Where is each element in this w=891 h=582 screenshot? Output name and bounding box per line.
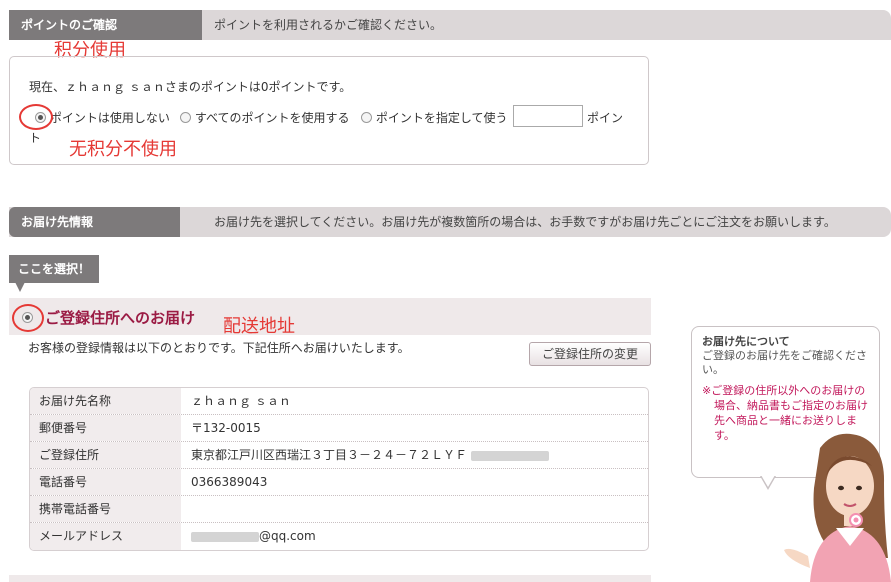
current-points-text: 現在、ｚｈａｎｇ ｓａｎさまのポイントは0ポイントです。 [29,80,352,94]
radio-label-all-points: すべてのポイントを使用する [194,111,350,125]
radio-option-no-points[interactable]: ポイントは使用しない [35,109,170,126]
row-value-postal: 〒132-0015 [191,421,261,435]
row-value-address: 東京都江戸川区西瑞江３丁目３－２４－７２ＬＹＦ [191,448,468,462]
registered-address-title: ご登録住所へのお届け [45,309,196,327]
points-section-desc: ポイントを利用されるかご確認ください。 [214,18,443,32]
row-value-address-cell: 東京都江戸川区西瑞江３丁目３－２４－７２ＬＹＦ [181,442,648,468]
row-value-name: ｚｈａｎｇ ｓａｎ [191,394,291,408]
delivery-section-desc: お届け先を選択してください。お届け先が複数箇所の場合は、お手数ですがお届け先ごと… [214,215,836,229]
points-section-header: ポイントのご確認 ポイントを利用されるかご確認ください。 [9,10,891,40]
annotation-address: 配送地址 [223,316,295,337]
row-label-phone: 電話番号 [30,469,181,495]
radio-label-specify-points: ポイントを指定して使う [375,111,508,125]
redacted-text [470,450,549,461]
select-here-label: ここを選択！ [9,255,99,292]
redacted-text [191,531,259,542]
row-label-address: ご登録住所 [30,442,181,468]
radio-icon[interactable] [180,112,191,123]
registered-address-option[interactable]: ご登録住所へのお届け [9,298,651,335]
help-bubble-title: お届け先について [702,335,790,348]
row-label-email: メールアドレス [30,523,181,550]
delivery-section-tag: お届け先情報 [9,207,180,237]
radio-label-no-points: ポイントは使用しない [49,111,170,125]
row-value-phone: 0366389043 [191,475,268,489]
table-row: 郵便番号 〒132-0015 [30,415,648,442]
points-unit-label: ポイン [587,111,624,125]
table-row: ご登録住所 東京都江戸川区西瑞江３丁目３－２４－７２ＬＹＦ [30,442,648,469]
annotation-circle-address [12,304,44,332]
bottom-section-bar [9,575,651,582]
bubble-tail-inner [761,475,775,487]
table-row: お届け先名称 ｚｈａｎｇ ｓａｎ [30,388,648,415]
row-label-mobile: 携帯電話番号 [30,496,181,522]
change-address-button[interactable]: ご登録住所の変更 [529,342,651,366]
row-value-email-cell: @qq.com [181,523,648,550]
annotation-no-points: 无积分不使用 [69,139,177,160]
table-row: 携帯電話番号 [30,496,648,523]
help-bubble-text: ご登録のお届け先をご確認ください。 [702,349,867,376]
delivery-section-header: お届け先情報 お届け先を選択してください。お届け先が複数箇所の場合は、お手数です… [9,207,891,237]
radio-option-all-points[interactable]: すべてのポイントを使用する [180,109,350,126]
points-amount-input[interactable] [513,105,583,127]
radio-option-specify-points[interactable]: ポイントを指定して使う [361,109,507,126]
row-value-mobile [181,496,648,522]
assistant-woman-illustration [784,433,891,582]
radio-icon[interactable] [361,112,372,123]
row-label-postal: 郵便番号 [30,415,181,441]
table-row: 電話番号 0366389043 [30,469,648,496]
address-table: お届け先名称 ｚｈａｎｇ ｓａｎ 郵便番号 〒132-0015 ご登録住所 東京… [29,387,649,551]
registered-address-note: お客様の登録情報は以下のとおりです。下記住所へお届けいたします。 [28,341,410,355]
row-label-name: お届け先名称 [30,388,181,414]
annotation-circle-no-points [19,104,53,130]
points-unit-label-wrap: ト [29,131,42,145]
table-row: メールアドレス @qq.com [30,523,648,550]
row-value-email: @qq.com [259,529,316,543]
